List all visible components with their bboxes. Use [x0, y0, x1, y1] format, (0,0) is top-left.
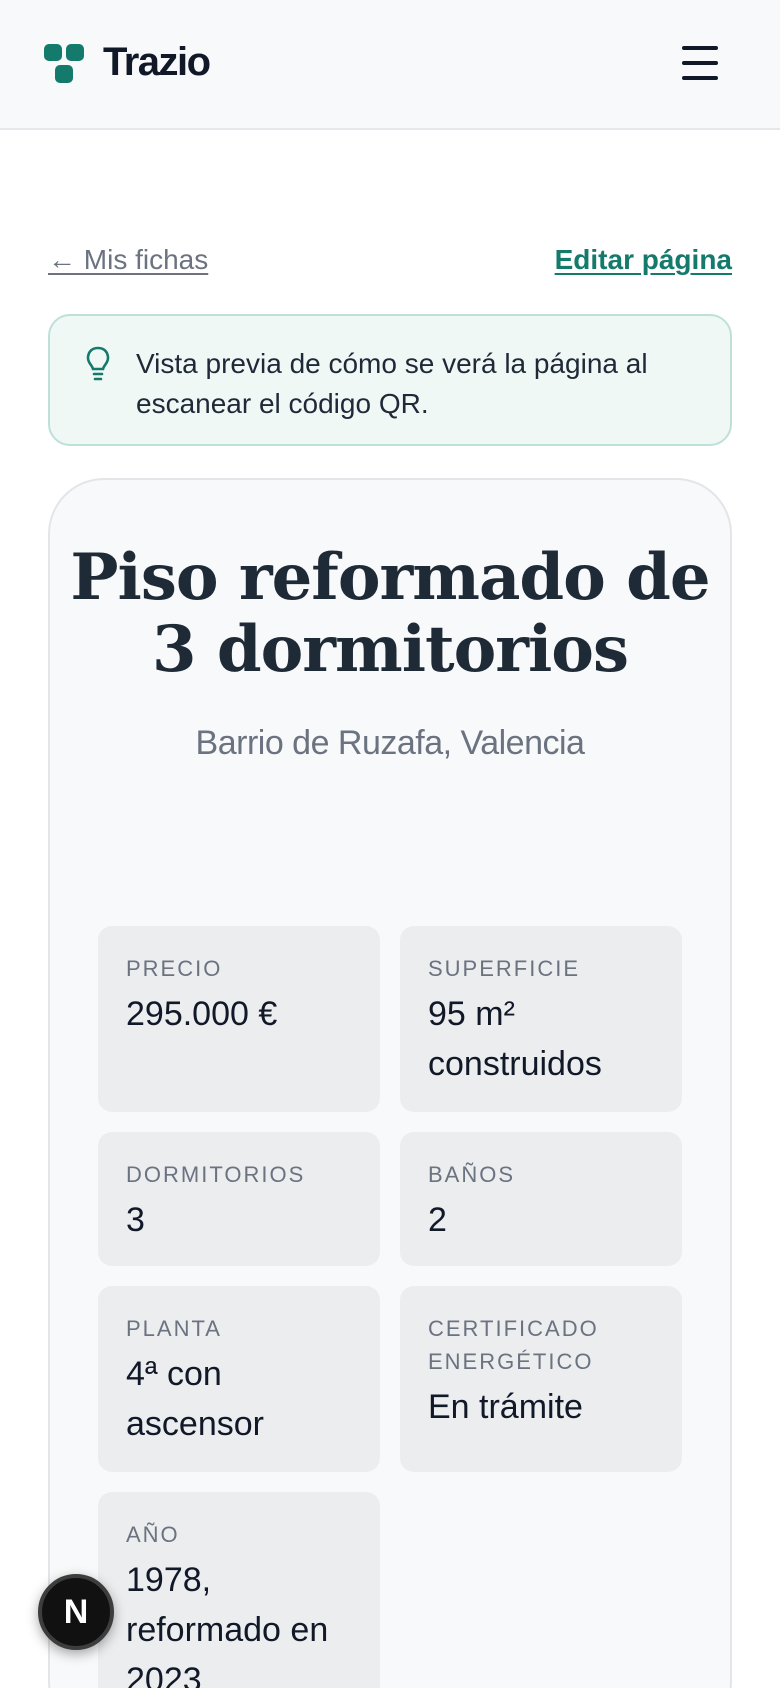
spec-tile-floor: Planta 4ª con ascensor [98, 1286, 380, 1472]
preview-notice-text: Vista previa de cómo se verá la página a… [136, 348, 648, 419]
spec-tile-energy-certificate: Certificado energético En trámite [400, 1286, 682, 1472]
lightbulb-icon [86, 346, 110, 381]
spec-tile-year: Año 1978, reformado en 2023 [98, 1492, 380, 1688]
spec-label: Superficie [428, 956, 581, 981]
spec-label: Planta [126, 1316, 222, 1341]
listing-location: Barrio de Ruzafa, Valencia [195, 724, 585, 762]
spec-label: Baños [428, 1162, 516, 1187]
spec-value: 95 m² construidos [428, 995, 602, 1083]
hamburger-menu-icon[interactable] [680, 44, 720, 82]
spec-tile-bathrooms: Baños 2 [400, 1132, 682, 1266]
brand-name[interactable]: Trazio [103, 40, 211, 85]
spec-tile-price: Precio 295.000 € [98, 926, 380, 1112]
spec-value: 295.000 € [126, 995, 278, 1033]
spec-value: 3 [126, 1201, 145, 1239]
brand-logo-icon[interactable] [44, 44, 86, 84]
listing-card: Piso reformado de 3 dormitorios Barrio d… [48, 478, 732, 1688]
preview-notice: Vista previa de cómo se verá la página a… [48, 314, 732, 446]
spec-tile-bedrooms: Dormitorios 3 [98, 1132, 380, 1266]
app-header: Trazio [0, 0, 780, 130]
spec-label: Dormitorios [126, 1162, 306, 1187]
spec-label: Año [126, 1522, 180, 1547]
dev-tools-badge[interactable]: N [38, 1574, 114, 1650]
spec-label: Certificado energético [428, 1316, 599, 1374]
spec-tile-area: Superficie 95 m² construidos [400, 926, 682, 1112]
spec-value: 1978, reformado en 2023 [126, 1561, 329, 1688]
listing-title: Piso reformado de 3 dormitorios [70, 540, 710, 687]
back-to-my-listings-link[interactable]: ← Mis fichas [48, 244, 208, 276]
spec-value: 4ª con ascensor [126, 1355, 264, 1443]
edit-page-link[interactable]: Editar página [555, 244, 732, 276]
spec-label: Precio [126, 956, 223, 981]
spec-value: En trámite [428, 1388, 583, 1426]
spec-value: 2 [428, 1201, 447, 1239]
